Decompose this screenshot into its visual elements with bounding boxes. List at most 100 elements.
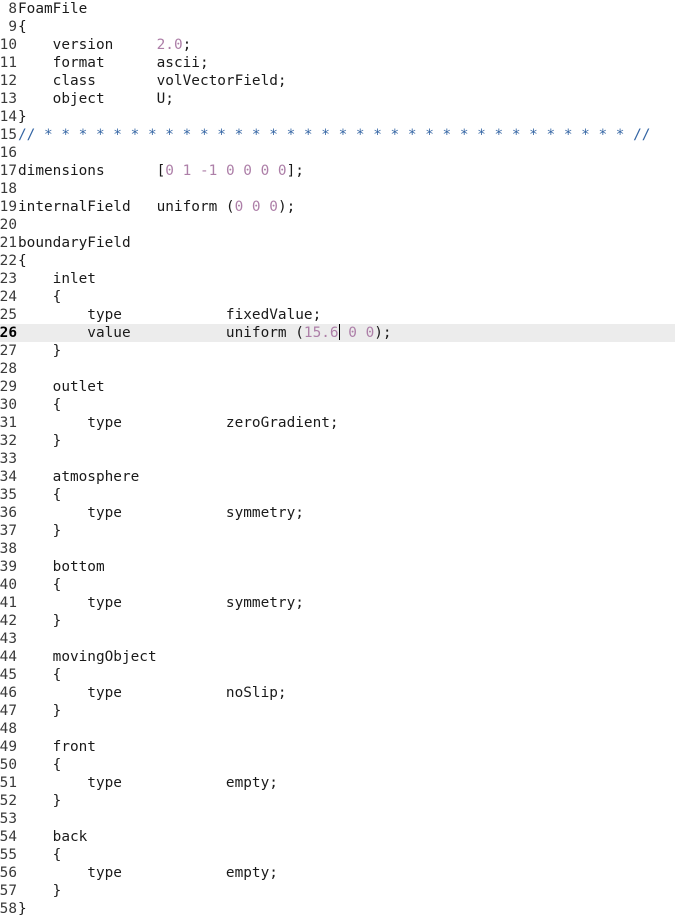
line-number: 32 bbox=[0, 433, 17, 449]
code-token: { bbox=[18, 487, 62, 503]
line-text: value uniform (15.6 0 0); bbox=[18, 324, 392, 342]
code-line[interactable]: 23 inlet bbox=[0, 270, 675, 288]
code-line[interactable]: 33 bbox=[0, 450, 675, 468]
code-line[interactable]: 55 { bbox=[0, 846, 675, 864]
comment-token: // * * * * * * * * * * * * * * * * * * *… bbox=[18, 127, 651, 143]
code-token: front bbox=[18, 739, 96, 755]
code-line[interactable]: 27 } bbox=[0, 342, 675, 360]
line-number: 33 bbox=[0, 451, 17, 467]
code-line[interactable]: 41 type symmetry; bbox=[0, 594, 675, 612]
code-line[interactable]: 43 bbox=[0, 630, 675, 648]
code-line[interactable]: 42 } bbox=[0, 612, 675, 630]
line-text: } bbox=[18, 882, 62, 900]
code-line[interactable]: 25 type fixedValue; bbox=[0, 306, 675, 324]
line-number: 54 bbox=[0, 829, 17, 845]
line-number: 53 bbox=[0, 811, 17, 827]
code-line[interactable]: 57 } bbox=[0, 882, 675, 900]
code-line[interactable]: 9{ bbox=[0, 18, 675, 36]
line-text: { bbox=[18, 846, 62, 864]
code-line[interactable]: 32 } bbox=[0, 432, 675, 450]
code-line[interactable]: 56 type empty; bbox=[0, 864, 675, 882]
current-line[interactable]: 26 value uniform (15.6 0 0); bbox=[0, 324, 675, 342]
code-line[interactable]: 24 { bbox=[0, 288, 675, 306]
code-line[interactable]: 21 boundaryField bbox=[0, 234, 675, 252]
line-text: } bbox=[18, 612, 62, 630]
code-line[interactable]: 10 version 2.0; bbox=[0, 36, 675, 54]
code-token: { bbox=[18, 253, 27, 269]
code-line[interactable]: 22{ bbox=[0, 252, 675, 270]
code-line[interactable]: 44 movingObject bbox=[0, 648, 675, 666]
line-number: 37 bbox=[0, 523, 17, 539]
code-line[interactable]: 11 format ascii; bbox=[0, 54, 675, 72]
code-line[interactable]: 49 front bbox=[0, 738, 675, 756]
line-number: 24 bbox=[0, 289, 17, 305]
line-text: type noSlip; bbox=[18, 684, 286, 702]
code-line[interactable]: 35 { bbox=[0, 486, 675, 504]
code-line[interactable]: 53 bbox=[0, 810, 675, 828]
code-line[interactable]: 14} bbox=[0, 108, 675, 126]
code-line[interactable]: 34 atmosphere bbox=[0, 468, 675, 486]
line-text: internalField uniform (0 0 0); bbox=[18, 198, 295, 216]
code-token: { bbox=[18, 397, 62, 413]
number-token: 15.6 bbox=[303, 325, 339, 341]
line-number: 20 bbox=[0, 217, 17, 233]
line-text: } bbox=[18, 108, 27, 126]
line-text: outlet bbox=[18, 378, 105, 396]
line-text: { bbox=[18, 576, 62, 594]
code-token: type symmetry; bbox=[18, 595, 304, 611]
code-line[interactable]: 48 bbox=[0, 720, 675, 738]
code-token: { bbox=[18, 847, 62, 863]
line-number: 11 bbox=[0, 55, 17, 71]
code-token: ); bbox=[374, 325, 392, 341]
code-line[interactable]: 19 internalField uniform (0 0 0); bbox=[0, 198, 675, 216]
code-line[interactable]: 12 class volVectorField; bbox=[0, 72, 675, 90]
code-line[interactable]: 51 type empty; bbox=[0, 774, 675, 792]
line-text: dimensions [0 1 -1 0 0 0 0]; bbox=[18, 162, 304, 180]
code-line[interactable]: 40 { bbox=[0, 576, 675, 594]
line-number: 42 bbox=[0, 613, 17, 629]
code-token: ; bbox=[182, 37, 192, 53]
code-line[interactable]: 58} bbox=[0, 900, 675, 918]
code-token: internalField uniform ( bbox=[18, 199, 235, 215]
code-line[interactable]: 30 { bbox=[0, 396, 675, 414]
code-line[interactable]: 45 { bbox=[0, 666, 675, 684]
line-number: 34 bbox=[0, 469, 17, 485]
line-number: 16 bbox=[0, 145, 17, 161]
code-editor[interactable]: 8 FoamFile 9{10 version 2.0; 11 format asci… bbox=[0, 0, 675, 923]
code-line[interactable]: 28 bbox=[0, 360, 675, 378]
code-line[interactable]: 50 { bbox=[0, 756, 675, 774]
code-line[interactable]: 29 outlet bbox=[0, 378, 675, 396]
line-text: { bbox=[18, 666, 62, 684]
line-number: 46 bbox=[0, 685, 17, 701]
code-line[interactable]: 15// * * * * * * * * * * * * * * * * * *… bbox=[0, 126, 675, 144]
code-line[interactable]: 17 dimensions [0 1 -1 0 0 0 0]; bbox=[0, 162, 675, 180]
line-number: 10 bbox=[0, 37, 17, 53]
line-number: 22 bbox=[0, 253, 17, 269]
line-text: FoamFile bbox=[18, 0, 87, 18]
code-line[interactable]: 54 back bbox=[0, 828, 675, 846]
line-number: 35 bbox=[0, 487, 17, 503]
code-line[interactable]: 20 bbox=[0, 216, 675, 234]
line-text: type fixedValue; bbox=[18, 306, 321, 324]
code-token: boundaryField bbox=[18, 235, 131, 251]
code-line[interactable]: 16 bbox=[0, 144, 675, 162]
code-token: version bbox=[18, 37, 157, 53]
code-token: } bbox=[18, 613, 62, 629]
code-line[interactable]: 52 } bbox=[0, 792, 675, 810]
code-line[interactable]: 38 bbox=[0, 540, 675, 558]
line-number: 50 bbox=[0, 757, 17, 773]
line-number: 55 bbox=[0, 847, 17, 863]
code-line[interactable]: 13 object U; bbox=[0, 90, 675, 108]
code-line[interactable]: 46 type noSlip; bbox=[0, 684, 675, 702]
code-line[interactable]: 8 FoamFile bbox=[0, 0, 675, 18]
line-number: 19 bbox=[0, 199, 17, 215]
code-line[interactable]: 18 bbox=[0, 180, 675, 198]
code-line[interactable]: 36 type symmetry; bbox=[0, 504, 675, 522]
code-line[interactable]: 39 bottom bbox=[0, 558, 675, 576]
code-line[interactable]: 31 type zeroGradient; bbox=[0, 414, 675, 432]
line-text: type zeroGradient; bbox=[18, 414, 338, 432]
code-line[interactable]: 47 } bbox=[0, 702, 675, 720]
code-line[interactable]: 37 } bbox=[0, 522, 675, 540]
code-token: } bbox=[18, 433, 62, 449]
line-number: 23 bbox=[0, 271, 17, 287]
